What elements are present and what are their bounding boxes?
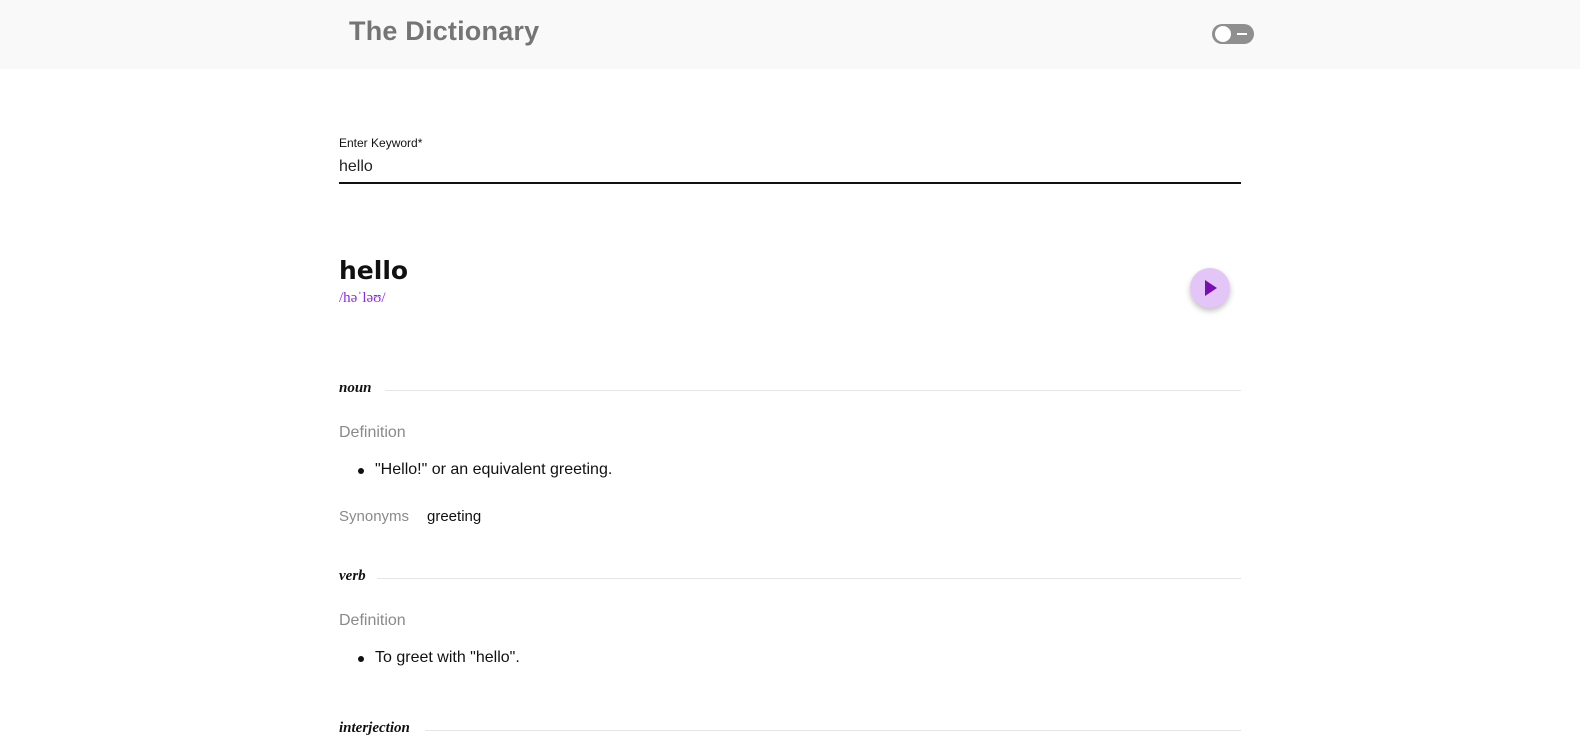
pos-label-noun: noun bbox=[339, 380, 382, 397]
bullet-icon bbox=[358, 468, 364, 474]
definition-heading-noun: Definition bbox=[339, 424, 406, 441]
app-title: The Dictionary bbox=[349, 16, 540, 46]
pos-label-verb: verb bbox=[339, 568, 376, 585]
definition-item-noun: "Hello!" or an equivalent greeting. bbox=[375, 461, 613, 478]
pos-divider-interjection: interjection bbox=[339, 720, 1241, 740]
pos-divider-noun: noun bbox=[339, 380, 1241, 400]
definition-item-verb: To greet with "hello". bbox=[375, 649, 520, 666]
toggle-dash-icon bbox=[1237, 33, 1247, 35]
search-field: Enter Keyword* bbox=[339, 136, 1241, 184]
definition-heading-verb: Definition bbox=[339, 612, 406, 629]
pos-divider-verb: verb bbox=[339, 568, 1241, 588]
divider-line bbox=[425, 730, 1241, 731]
bullet-icon bbox=[358, 656, 364, 662]
divider-line bbox=[385, 390, 1241, 391]
synonym-link[interactable]: greeting bbox=[427, 508, 481, 525]
app-header: The Dictionary bbox=[0, 0, 1580, 69]
play-pronunciation-button[interactable] bbox=[1190, 268, 1230, 308]
synonyms-label: Synonyms bbox=[339, 508, 410, 525]
toggle-knob bbox=[1215, 26, 1231, 42]
search-label: Enter Keyword* bbox=[339, 136, 423, 150]
pos-label-interjection: interjection bbox=[339, 720, 420, 737]
entry-phonetic: /həˈləʊ/ bbox=[339, 290, 386, 306]
search-input[interactable] bbox=[339, 156, 1241, 184]
theme-toggle[interactable] bbox=[1212, 24, 1254, 44]
divider-line bbox=[377, 578, 1241, 579]
play-icon bbox=[1205, 280, 1217, 296]
entry-word: hello bbox=[339, 256, 409, 285]
